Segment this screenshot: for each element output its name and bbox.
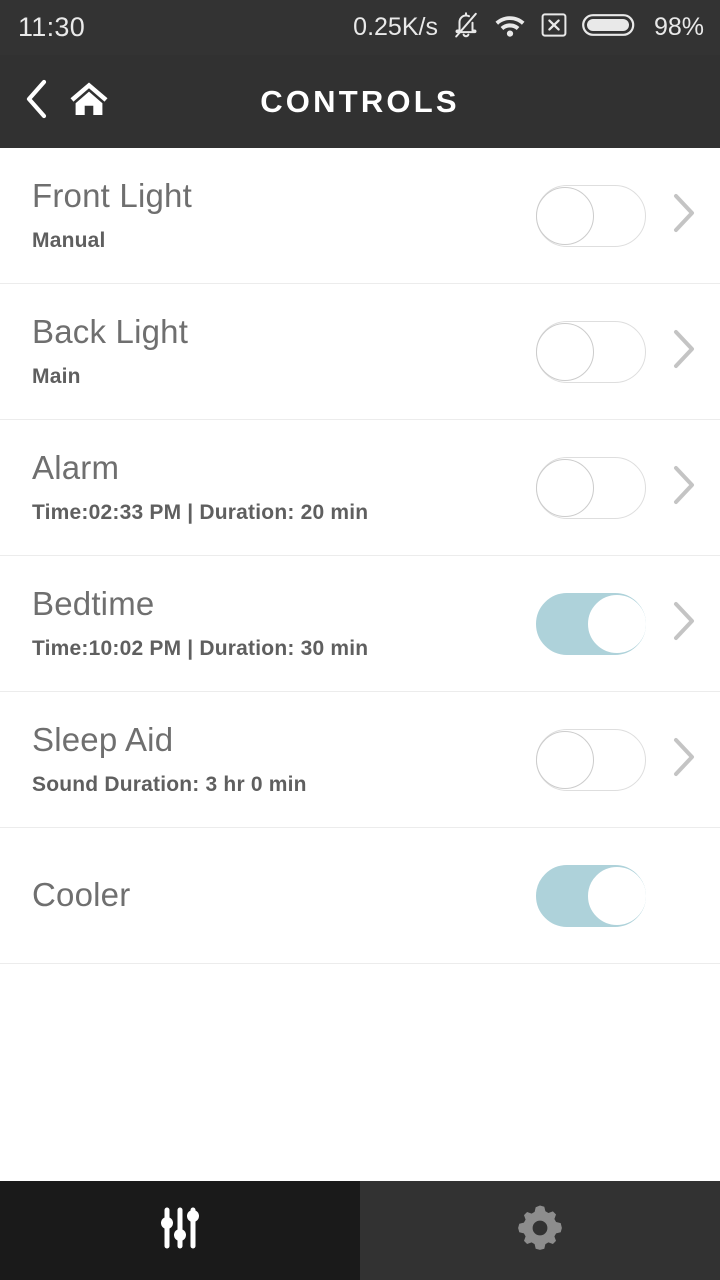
tab-settings[interactable] <box>360 1181 720 1280</box>
status-bar-indicators: 0.25K/s 98% <box>353 10 704 45</box>
list-item-title: Bedtime <box>32 585 155 623</box>
list-item[interactable]: Cooler <box>0 828 720 964</box>
list-item-texts: Bedtime Time:10:02 PM | Duration: 30 min <box>32 586 536 660</box>
list-item-texts: Sleep Aid Sound Duration: 3 hr 0 min <box>32 722 536 796</box>
list-item-title: Back Light <box>32 313 189 351</box>
sliders-icon <box>154 1202 206 1259</box>
list-item[interactable]: Front Light Manual <box>0 148 720 284</box>
toggle-switch[interactable] <box>536 320 646 383</box>
home-button[interactable] <box>66 79 112 125</box>
toggle-switch[interactable] <box>536 864 646 927</box>
list-item-title: Cooler <box>32 876 131 914</box>
app-header: CONTROLS <box>0 55 720 148</box>
list-item-detail-button[interactable] <box>646 191 720 240</box>
toggle-knob <box>588 594 646 653</box>
list-item-subtitle: Sound Duration: 3 hr 0 min <box>32 772 307 796</box>
toggle-knob <box>588 866 646 925</box>
chevron-right-icon <box>666 191 700 240</box>
toggle-knob <box>536 322 594 381</box>
list-item-title: Sleep Aid <box>32 721 174 759</box>
list-item-detail-button[interactable] <box>646 735 720 784</box>
controls-screen: 11:30 0.25K/s 98% CONTROLS Front Light M… <box>0 0 720 1280</box>
status-bar: 11:30 0.25K/s 98% <box>0 0 720 55</box>
tab-controls[interactable] <box>0 1181 360 1280</box>
toggle-switch[interactable] <box>536 184 646 247</box>
list-item-title: Alarm <box>32 449 120 487</box>
list-item[interactable]: Alarm Time:02:33 PM | Duration: 20 min <box>0 420 720 556</box>
list-item[interactable]: Back Light Main <box>0 284 720 420</box>
list-item-title: Front Light <box>32 177 192 215</box>
list-item-texts: Back Light Main <box>32 314 536 388</box>
home-icon <box>68 79 110 124</box>
sim-no-service-icon <box>540 11 568 44</box>
back-button[interactable] <box>20 77 54 126</box>
toggle-knob <box>536 458 594 517</box>
chevron-right-icon <box>666 735 700 784</box>
gear-icon <box>514 1202 566 1259</box>
bell-muted-icon <box>452 10 480 45</box>
chevron-right-icon <box>666 599 700 648</box>
list-item-subtitle: Main <box>32 364 81 388</box>
list-item-detail-button[interactable] <box>646 327 720 376</box>
chevron-right-icon <box>666 463 700 512</box>
list-item[interactable]: Sleep Aid Sound Duration: 3 hr 0 min <box>0 692 720 828</box>
wifi-icon <box>494 12 526 43</box>
controls-list: Front Light Manual Back Light Main Alarm Time… <box>0 148 720 964</box>
list-item-subtitle: Manual <box>32 228 106 252</box>
toggle-knob <box>536 186 594 245</box>
toggle-switch[interactable] <box>536 456 646 519</box>
bottom-nav-bar <box>0 1181 720 1280</box>
list-item-detail-button[interactable] <box>646 463 720 512</box>
list-item[interactable]: Bedtime Time:10:02 PM | Duration: 30 min <box>0 556 720 692</box>
list-item-texts: Cooler <box>32 876 536 914</box>
chevron-right-icon <box>666 327 700 376</box>
battery-icon <box>582 11 638 44</box>
toggle-switch[interactable] <box>536 592 646 655</box>
list-item-texts: Front Light Manual <box>32 178 536 252</box>
chevron-left-icon <box>22 77 52 126</box>
list-item-subtitle: Time:10:02 PM | Duration: 30 min <box>32 636 369 660</box>
status-bar-clock: 11:30 <box>18 12 86 42</box>
list-item-detail-button[interactable] <box>646 599 720 648</box>
list-item-texts: Alarm Time:02:33 PM | Duration: 20 min <box>32 450 536 524</box>
toggle-switch[interactable] <box>536 728 646 791</box>
list-item-subtitle: Time:02:33 PM | Duration: 20 min <box>32 500 369 524</box>
network-speed-text: 0.25K/s <box>353 13 438 41</box>
battery-percent-text: 98% <box>653 13 704 41</box>
toggle-knob <box>536 730 594 789</box>
